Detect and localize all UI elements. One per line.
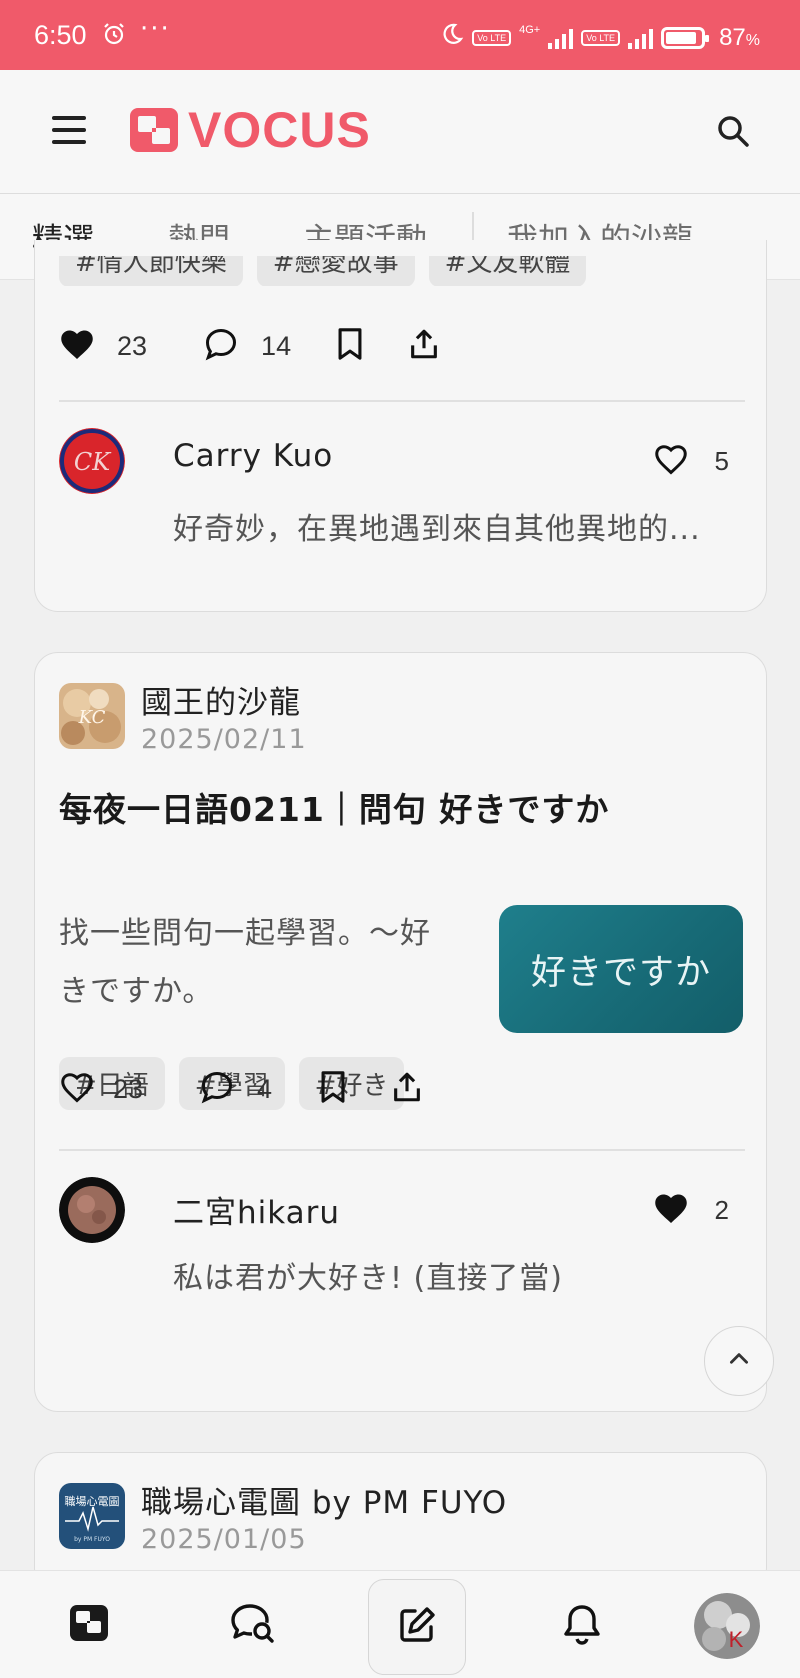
cover-text: 好きですか — [530, 952, 711, 993]
post-tags: #情人節快樂 #戀愛故事 #文友軟體 — [59, 256, 600, 286]
comment-like-count: 5 — [714, 445, 729, 476]
comment-count: 14 — [261, 330, 292, 361]
comment-button[interactable]: 14 — [203, 326, 291, 366]
share-button[interactable] — [390, 1070, 424, 1108]
publisher-avatar[interactable]: KC — [59, 683, 125, 749]
vocus-logo[interactable]: VOCUS — [130, 102, 371, 158]
comment-like-button[interactable]: 5 — [653, 442, 729, 480]
compose-button[interactable] — [368, 1579, 466, 1675]
scroll-to-top-button[interactable] — [704, 1326, 774, 1396]
comment-icon — [203, 326, 239, 366]
profile-avatar[interactable]: K — [694, 1593, 760, 1659]
comment-like-count: 2 — [714, 1194, 729, 1225]
battery-percent: 87% — [719, 23, 760, 51]
svg-text:KC: KC — [78, 707, 106, 728]
top-comment[interactable]: 二宮hikaru 2 私は君が大好き! (直接了當) — [59, 1177, 749, 1297]
share-icon — [390, 1070, 424, 1108]
status-bar: 6:50 ··· Vo LTE 4G+ Vo LTE 87% — [0, 0, 800, 70]
tag-chip[interactable]: #戀愛故事 — [256, 256, 415, 286]
battery-fill — [666, 31, 696, 44]
comment-button[interactable]: 4 — [199, 1069, 272, 1109]
comment-count: 4 — [257, 1073, 273, 1104]
comment-author[interactable]: 二宮hikaru — [173, 1187, 340, 1232]
bottom-navigation: K — [0, 1570, 800, 1678]
comment-text: 好奇妙，在異地遇到來自其他異地的... — [173, 512, 701, 547]
vocus-logo-text: VOCUS — [188, 102, 371, 158]
home-icon[interactable] — [70, 1605, 108, 1645]
alarm-icon — [102, 22, 126, 50]
post-card[interactable]: #情人節快樂 #戀愛故事 #文友軟體 23 14 CK Carry Kuo 5 好奇… — [34, 240, 767, 612]
avatar[interactable]: CK — [59, 428, 125, 494]
svg-text:by PM FUYO: by PM FUYO — [74, 1536, 110, 1543]
like-count: 23 — [117, 330, 148, 361]
publisher-name[interactable]: 職場心電圖 by PM FUYO — [141, 1483, 507, 1523]
comment-like-button[interactable]: 2 — [653, 1191, 729, 1229]
heart-outline-icon — [59, 1070, 95, 1108]
like-button[interactable]: 23 — [59, 1070, 143, 1108]
publisher-name[interactable]: 國王的沙龍 — [141, 683, 307, 723]
status-indicators: Vo LTE 4G+ Vo LTE 87% — [440, 22, 760, 53]
tag-chip[interactable]: #文友軟體 — [428, 256, 587, 286]
bell-icon[interactable] — [562, 1603, 602, 1649]
bookmark-icon — [318, 1070, 348, 1108]
post-actions: 23 4 — [59, 1069, 424, 1109]
signal-icon-2 — [628, 27, 654, 49]
compose-icon — [397, 1605, 437, 1649]
divider — [59, 400, 745, 402]
svg-text:CK: CK — [74, 448, 112, 476]
svg-text:K: K — [729, 1627, 744, 1652]
share-icon — [407, 327, 441, 365]
hamburger-menu-icon[interactable] — [52, 116, 86, 144]
bookmark-button[interactable] — [318, 1070, 348, 1108]
moon-icon — [440, 22, 464, 53]
vocus-logo-mark — [130, 108, 178, 152]
top-comment[interactable]: CK Carry Kuo 5 好奇妙，在異地遇到來自其他異地的... — [59, 428, 749, 548]
publisher-avatar[interactable]: 職場心電圖 by PM FUYO — [59, 1483, 125, 1549]
like-count: 23 — [113, 1073, 144, 1104]
post-excerpt[interactable]: 找一些問句一起學習。～好きですか。 — [59, 905, 449, 1021]
app-header: VOCUS — [0, 70, 800, 194]
svg-text:職場心電圖: 職場心電圖 — [65, 1495, 120, 1508]
more-notifications-icon: ··· — [140, 14, 171, 44]
heart-filled-icon — [59, 327, 95, 365]
status-time: 6:50 — [34, 20, 87, 50]
like-button[interactable]: 23 — [59, 327, 147, 365]
post-card[interactable]: KC 國王的沙龍 2025/02/11 每夜一日語0211｜問句 好きですか 找… — [34, 652, 767, 1412]
post-date: 2025/02/11 — [141, 724, 307, 755]
volte-icon: Vo LTE — [472, 29, 512, 46]
signal-icon — [548, 27, 574, 49]
avatar[interactable] — [59, 1177, 125, 1243]
discover-icon[interactable] — [230, 1603, 276, 1649]
bookmark-button[interactable] — [335, 327, 365, 365]
chevron-up-icon — [726, 1346, 752, 1376]
heart-filled-icon — [653, 1191, 689, 1229]
publisher-header[interactable]: 職場心電圖 by PM FUYO 職場心電圖 by PM FUYO 2025/01… — [59, 1483, 507, 1557]
heart-outline-icon — [653, 442, 689, 480]
volte-icon-2: Vo LTE — [581, 29, 621, 46]
post-title[interactable]: 每夜一日語0211｜問句 好きですか — [59, 783, 609, 831]
comment-author[interactable]: Carry Kuo — [173, 438, 333, 474]
post-actions: 23 14 — [59, 326, 441, 366]
bookmark-icon — [335, 327, 365, 365]
battery-icon — [661, 26, 710, 49]
search-icon[interactable] — [716, 114, 750, 148]
tag-chip[interactable]: #情人節快樂 — [59, 256, 243, 286]
divider — [59, 1149, 745, 1151]
post-cover-image[interactable]: 好きですか — [499, 905, 743, 1033]
network-type: 4G+ — [519, 23, 541, 36]
publisher-header[interactable]: KC 國王的沙龍 2025/02/11 — [59, 683, 307, 757]
post-date: 2025/01/05 — [141, 1524, 307, 1555]
comment-text: 私は君が大好き! (直接了當) — [173, 1261, 563, 1296]
comment-icon — [199, 1069, 235, 1109]
share-button[interactable] — [407, 327, 441, 365]
